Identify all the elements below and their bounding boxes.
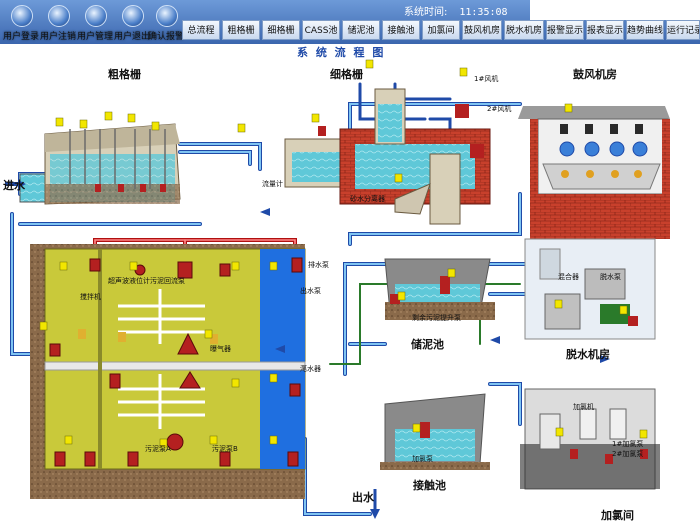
tab-sludge-tank[interactable]: 储泥池	[342, 20, 380, 40]
sludge-pump-label: 剩余污泥提升泵	[412, 314, 461, 322]
tab-contact-tank[interactable]: 接触池	[382, 20, 420, 40]
login-button[interactable]: 用户登录	[3, 2, 41, 42]
dewater-pump-label: 脱水泵	[600, 273, 621, 281]
dosing-label: 加氯泵	[412, 455, 433, 463]
fine-grid-label: 细格栅	[330, 68, 363, 81]
alarm-icon	[156, 5, 178, 27]
coarse-grid-building	[5, 123, 181, 205]
sludge-tank-label: 储泥池	[411, 338, 444, 351]
process-diagram: 系 统 流 程 图 粗格栅 细格栅 鼓风机房 储泥池 脱水机房 接触池 加氯间 …	[0, 44, 700, 525]
header-blank-area	[530, 0, 700, 20]
ultrasonic-label: 超声波液位计	[108, 277, 150, 285]
fan1-label: 1#风机	[474, 75, 499, 83]
exit-icon	[122, 5, 144, 27]
tab-dewater-room[interactable]: 脱水机房	[504, 20, 544, 40]
tab-blower-room[interactable]: 鼓风机房	[462, 20, 502, 40]
tab-fine-grid[interactable]: 细格栅	[262, 20, 300, 40]
fan2-label: 2#风机	[487, 105, 512, 113]
chlorine-room-label: 加氯间	[601, 509, 634, 522]
fine-grid-building	[284, 88, 491, 225]
sludge-pump-b-label: 污泥泵B	[212, 445, 238, 453]
dewater-room-building	[524, 238, 656, 340]
system-time: 系统时间: 11:35:08	[404, 7, 508, 18]
tab-coarse-grid[interactable]: 粗格栅	[222, 20, 260, 40]
inlet-label: 进水	[3, 179, 25, 192]
tab-cass[interactable]: CASS池	[302, 20, 340, 40]
tab-report[interactable]: 报表显示	[586, 20, 624, 40]
user-logout-icon	[48, 5, 70, 27]
stir-label: 搅拌机	[80, 293, 101, 301]
user-login-icon	[11, 5, 33, 27]
drain-pump-label: 排水泵	[308, 261, 329, 269]
diagram-svg	[5, 59, 670, 519]
user-manage-icon	[85, 5, 107, 27]
mixer-label: 混合器	[558, 273, 579, 281]
decanter-label: 滗水器	[300, 365, 321, 373]
chlorinator-label: 加氯机	[573, 403, 594, 411]
blower-room-label: 鼓风机房	[573, 68, 617, 81]
tab-trend[interactable]: 趋势曲线	[626, 20, 664, 40]
diagram-title: 系 统 流 程 图	[297, 46, 386, 59]
nav-tabs: 总流程 粗格栅 细格栅 CASS池 储泥池 接触池 加氯间 鼓风机房 脱水机房 …	[182, 20, 700, 42]
tab-overview[interactable]: 总流程	[182, 20, 220, 40]
sludge-return-label: 污泥回流泵	[150, 277, 185, 285]
tab-alarm[interactable]: 报警显示	[546, 20, 584, 40]
time-value: 11:35:08	[459, 7, 508, 18]
dewater-room-label: 脱水机房	[566, 348, 610, 361]
aerator-label: 曝气器	[210, 345, 231, 353]
sludge-pump-a-label: 污泥泵A	[145, 445, 171, 453]
contact-tank-label: 接触池	[413, 479, 446, 492]
outlet-label: 出水	[352, 491, 374, 504]
logout-button[interactable]: 用户注销	[40, 2, 78, 42]
coarse-grid-label: 粗格栅	[108, 68, 141, 81]
confirm-alarm-button[interactable]: 确认报警	[148, 2, 186, 42]
cl-pump1-label: 1#加氯泵	[612, 440, 644, 448]
outflow-pump-label: 出水泵	[300, 287, 321, 295]
flow-meter-label: 流量计	[262, 180, 283, 188]
tab-run-log[interactable]: 运行记录	[666, 20, 700, 40]
tab-chlorine-room[interactable]: 加氯间	[422, 20, 460, 40]
user-manage-button[interactable]: 用户管理	[77, 2, 115, 42]
blower-room-building	[518, 106, 670, 239]
sand-separator-label: 砂水分离器	[350, 195, 385, 203]
sludge-tank-building	[384, 258, 495, 320]
cl-pump2-label: 2#加氯泵	[612, 450, 644, 458]
user-exit-button[interactable]: 用户退出	[114, 2, 152, 42]
